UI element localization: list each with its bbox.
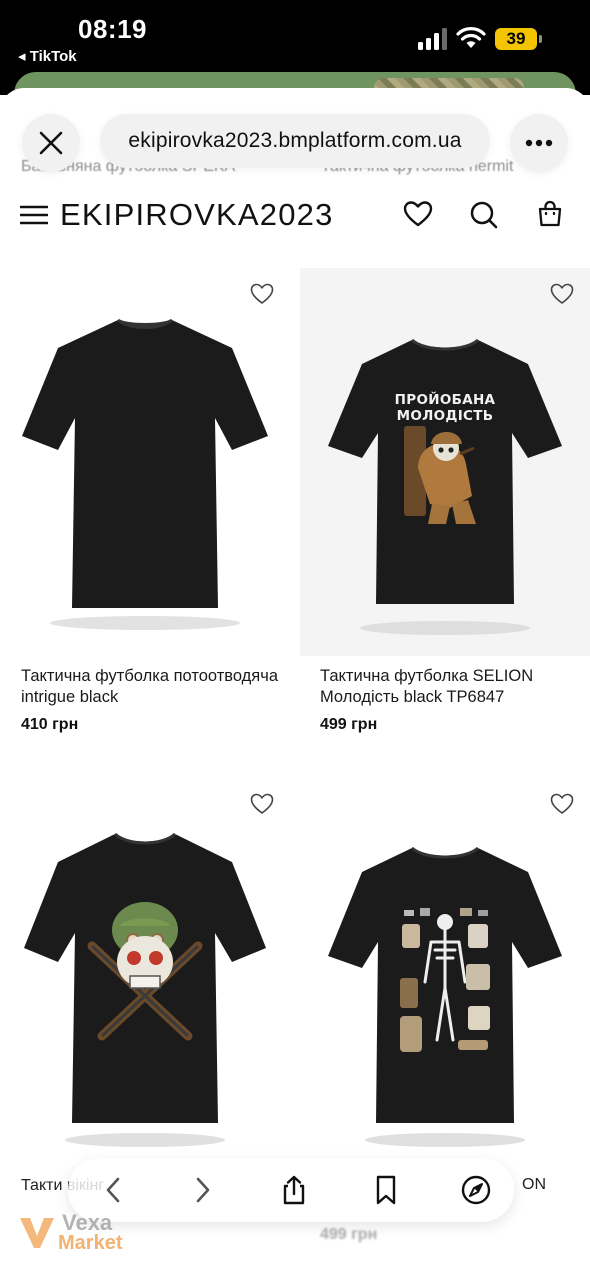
share-icon[interactable] xyxy=(278,1174,310,1206)
tshirt-image xyxy=(22,318,268,630)
product-price: 499 грн xyxy=(320,1226,378,1243)
favorite-heart-icon[interactable] xyxy=(550,792,574,816)
tshirt-image: ПРОЙОБАНА МОЛОДІСТЬ xyxy=(328,338,562,635)
product-image[interactable] xyxy=(300,778,590,1166)
product-price: 410 грн xyxy=(21,716,79,733)
product-title-tail: ON xyxy=(522,1176,546,1193)
product-card[interactable] xyxy=(300,778,590,1166)
search-icon[interactable] xyxy=(469,200,499,230)
product-card[interactable] xyxy=(0,778,290,1166)
status-time: 08:19 xyxy=(78,14,147,44)
product-image[interactable] xyxy=(0,268,290,656)
browser-sheet: Бавовняна футболка SPEKA Тактична футбол… xyxy=(0,88,590,1280)
product-image[interactable]: ПРОЙОБАНА МОЛОДІСТЬ xyxy=(300,268,590,656)
bookmark-icon[interactable] xyxy=(370,1174,402,1206)
site-header: EKIPIROVKA2023 xyxy=(0,188,590,244)
product-title[interactable]: Тактична футболка SELION Молодість black… xyxy=(320,666,582,708)
more-dots-icon xyxy=(525,139,553,147)
watermark-line2: Market xyxy=(58,1232,123,1254)
more-button[interactable] xyxy=(510,114,568,172)
battery-indicator: 39 xyxy=(495,28,542,50)
product-card[interactable] xyxy=(0,268,290,656)
product-title[interactable]: Тактична футболка потоотводяча intrigue … xyxy=(21,666,283,708)
heart-icon[interactable] xyxy=(403,200,433,228)
close-button[interactable] xyxy=(22,114,80,172)
back-arrow-icon[interactable] xyxy=(98,1174,130,1206)
cellular-signal-icon xyxy=(418,28,447,50)
tshirt-image xyxy=(328,846,562,1147)
browser-toolbar xyxy=(68,1158,514,1222)
forward-arrow-icon[interactable] xyxy=(186,1174,218,1206)
favorite-heart-icon[interactable] xyxy=(250,282,274,306)
product-card[interactable]: ПРОЙОБАНА МОЛОДІСТЬ xyxy=(300,268,590,656)
print-text-line2: МОЛОДІСТЬ xyxy=(397,408,494,424)
tshirt-image xyxy=(24,832,266,1147)
url-text: ekipirovka2023.bmplatform.com.ua xyxy=(128,129,462,152)
bag-icon[interactable] xyxy=(537,200,563,228)
print-text-line1: ПРОЙОБАНА xyxy=(395,391,496,408)
back-to-app-link[interactable]: ◂ TikTok xyxy=(18,47,77,65)
close-icon xyxy=(39,131,63,155)
menu-icon[interactable] xyxy=(20,204,48,226)
product-image[interactable] xyxy=(0,778,290,1166)
favorite-heart-icon[interactable] xyxy=(250,792,274,816)
wifi-icon xyxy=(456,27,486,48)
vexa-logo-icon xyxy=(20,1218,54,1248)
address-bar[interactable]: ekipirovka2023.bmplatform.com.ua xyxy=(100,114,490,168)
favorite-heart-icon[interactable] xyxy=(550,282,574,306)
compass-icon[interactable] xyxy=(460,1174,492,1206)
product-price: 499 грн xyxy=(320,716,378,733)
site-logo[interactable]: EKIPIROVKA2023 xyxy=(60,197,334,233)
